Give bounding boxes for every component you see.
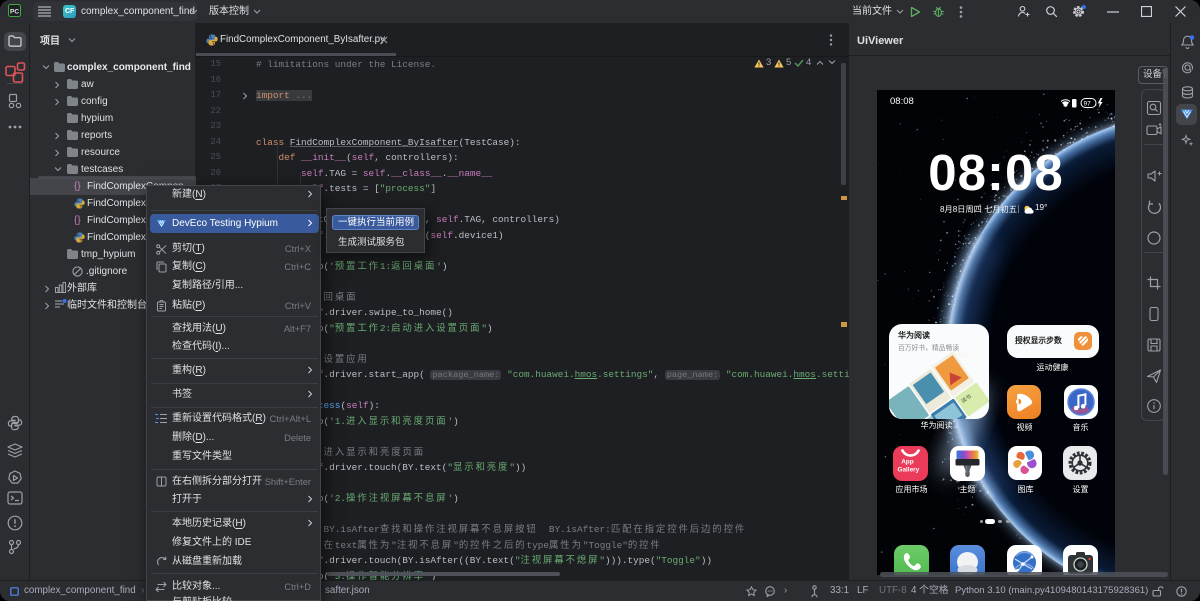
svg-text:PC: PC: [10, 9, 19, 16]
svg-text:App: App: [901, 459, 914, 466]
svg-text:97: 97: [1084, 101, 1092, 108]
svg-text:Gallery: Gallery: [898, 467, 920, 474]
